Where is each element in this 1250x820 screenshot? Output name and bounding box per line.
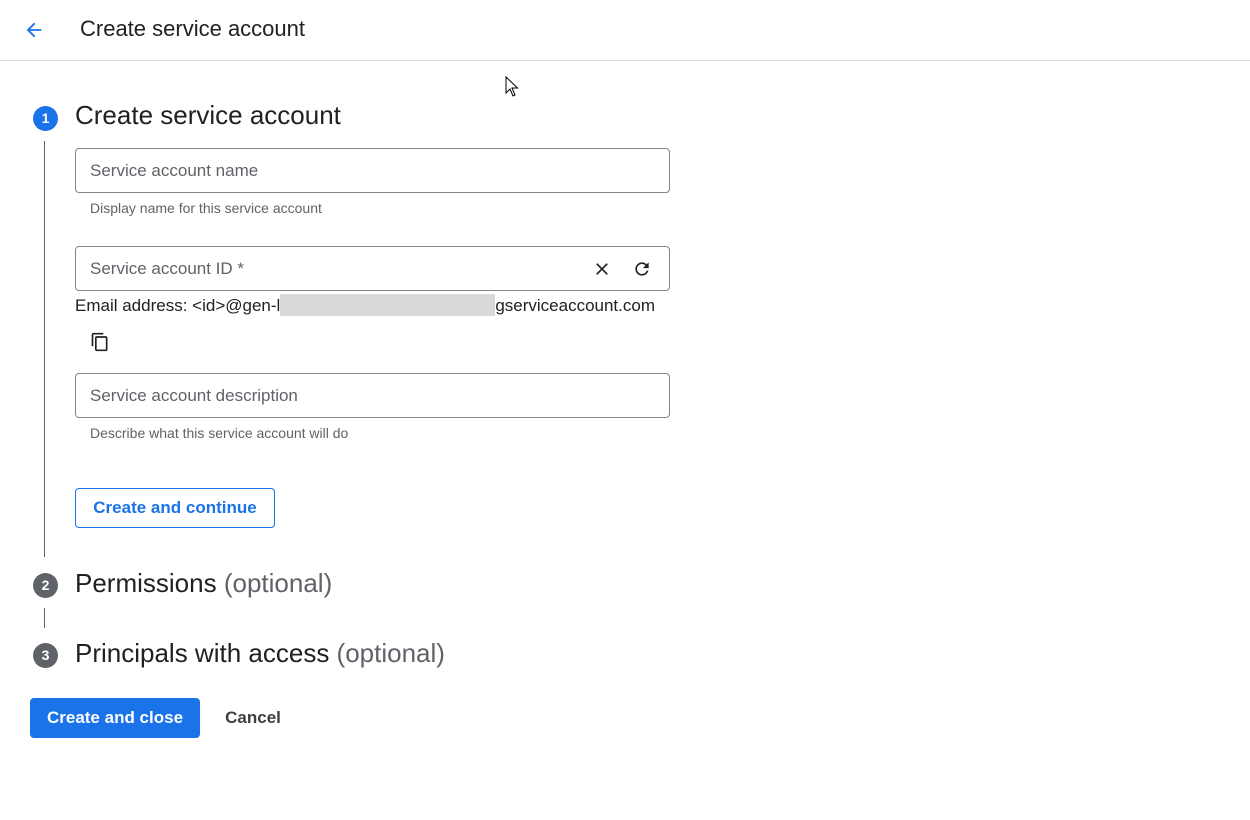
- name-hint: Display name for this service account: [90, 200, 322, 216]
- cancel-button[interactable]: Cancel: [212, 698, 294, 738]
- stepper-rail: [44, 608, 45, 628]
- email-suffix: gserviceaccount.com: [495, 296, 655, 315]
- refresh-icon: [635, 262, 649, 276]
- copy-email-button[interactable]: [85, 327, 115, 357]
- close-icon: [596, 263, 608, 275]
- service-account-id-field[interactable]: [75, 246, 670, 291]
- service-account-name-input[interactable]: [90, 149, 570, 192]
- step-optional-label: (optional): [223, 568, 333, 598]
- step-1-badge: 1: [33, 106, 58, 131]
- step-title-text: Permissions: [75, 568, 217, 598]
- step-1-title[interactable]: Create service account: [75, 100, 341, 131]
- page-title: Create service account: [80, 16, 305, 41]
- service-account-id-input[interactable]: [90, 247, 570, 290]
- step-2-badge: 2: [33, 573, 58, 598]
- stepper-rail: [44, 141, 45, 557]
- description-hint: Describe what this service account will …: [90, 425, 349, 441]
- mouse-cursor-icon: [505, 76, 519, 97]
- step-title-text: Create service account: [75, 100, 341, 130]
- regenerate-id-button[interactable]: [627, 254, 657, 284]
- step-optional-label: (optional): [336, 638, 445, 668]
- step-3-badge: 3: [33, 643, 58, 668]
- arrow-back-icon: [26, 22, 42, 38]
- clear-id-button[interactable]: [587, 254, 617, 284]
- step-2-title[interactable]: Permissions (optional): [75, 568, 332, 599]
- step-title-text: Principals with access: [75, 638, 330, 668]
- step-3-title[interactable]: Principals with access (optional): [75, 638, 445, 669]
- create-and-close-button[interactable]: Create and close: [30, 698, 200, 738]
- create-and-continue-button[interactable]: Create and continue: [75, 488, 275, 528]
- service-account-name-field[interactable]: [75, 148, 670, 193]
- back-button[interactable]: [14, 10, 54, 50]
- service-account-description-input[interactable]: [90, 374, 570, 417]
- copy-icon: [91, 332, 108, 352]
- email-prefix: Email address: <id>@gen-l: [75, 296, 281, 315]
- service-account-description-field[interactable]: [75, 373, 670, 418]
- page-header: Create service account: [0, 0, 1250, 61]
- redacted-block: [280, 294, 496, 316]
- email-address: Email address: <id>@gen-l gserviceaccount…: [75, 294, 655, 316]
